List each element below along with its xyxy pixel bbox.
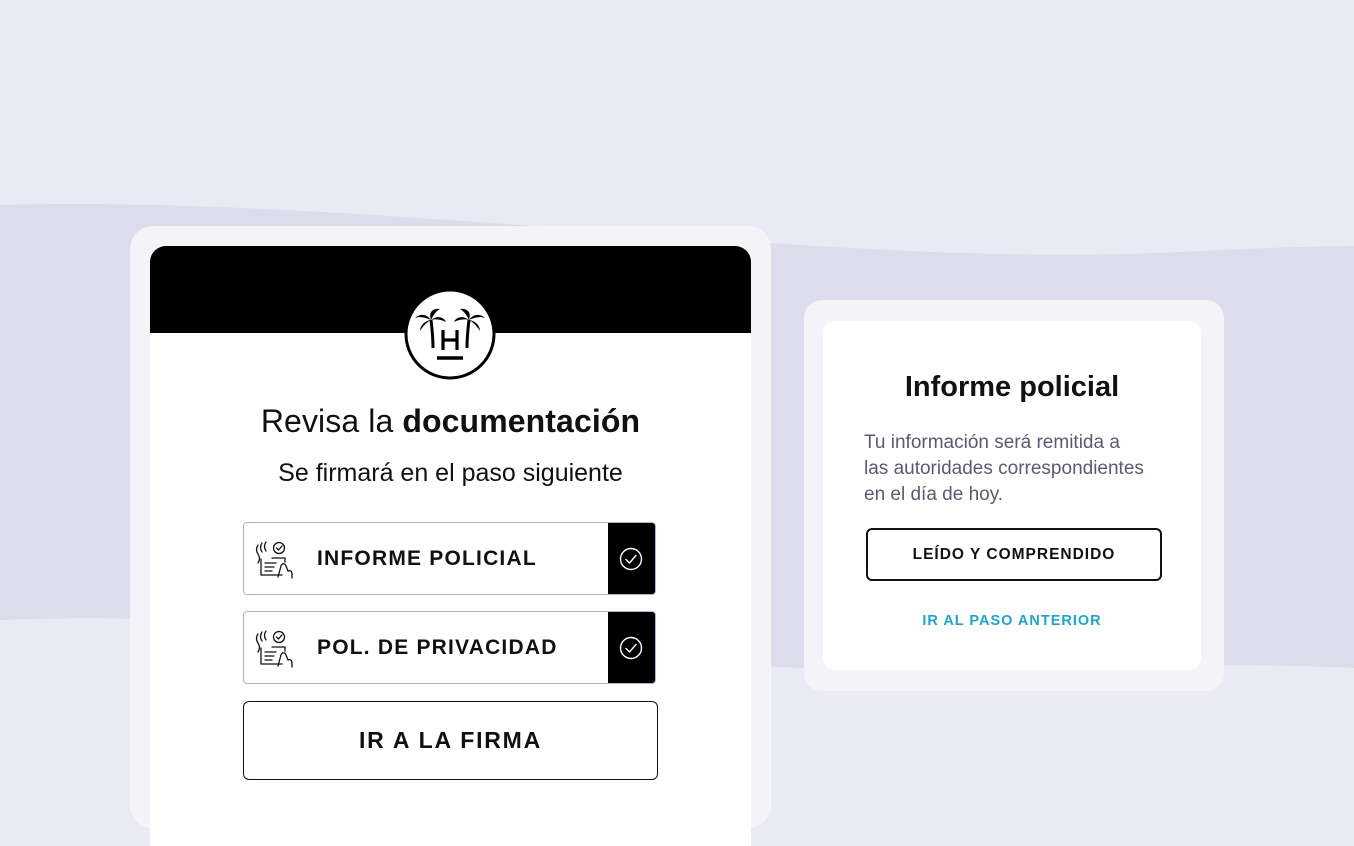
go-to-signature-button[interactable]: IR A LA FIRMA [243,701,658,780]
document-review-screen: Revisa la documentación Se firmará en el… [131,227,770,846]
document-label: POL. DE PRIVACIDAD [317,636,558,659]
document-checked-indicator [608,612,655,683]
modal-body-line: Tu información será remitida a [864,432,1120,453]
page-title: Revisa la documentación [150,403,751,440]
document-item-pol-privacidad[interactable]: POL. DE PRIVACIDAD [243,611,656,684]
modal-title: Informe policial [904,371,1120,403]
modal-body-text: Tu información será remitida a las autor… [864,430,1174,508]
modal-body-line: en el día de hoy. [864,484,1004,505]
modal-body-line: las autoridades correspondientes [864,458,1144,479]
document-checked-indicator [608,523,655,594]
page-title-bold: documentación [402,403,641,439]
page-title-light: Revisa la [260,403,394,439]
document-sign-icon [255,630,293,668]
document-label: INFORME POLICIAL [317,547,537,570]
palm-trees-h-logo-icon [404,288,496,380]
check-circle-icon [619,636,643,660]
document-review-card: Revisa la documentación Se firmará en el… [150,246,751,846]
document-sign-icon [255,541,293,579]
read-and-understood-button[interactable]: LEÍDO Y COMPRENDIDO [866,528,1162,581]
check-circle-icon [619,547,643,571]
police-report-modal: Informe policial Tu información será rem… [804,300,1224,691]
modal-card: Informe policial Tu información será rem… [823,321,1201,670]
previous-step-link[interactable]: IR AL PASO ANTERIOR [823,613,1201,629]
document-item-informe-policial[interactable]: INFORME POLICIAL [243,522,656,595]
page-subtitle: Se firmará en el paso siguiente [278,459,623,487]
